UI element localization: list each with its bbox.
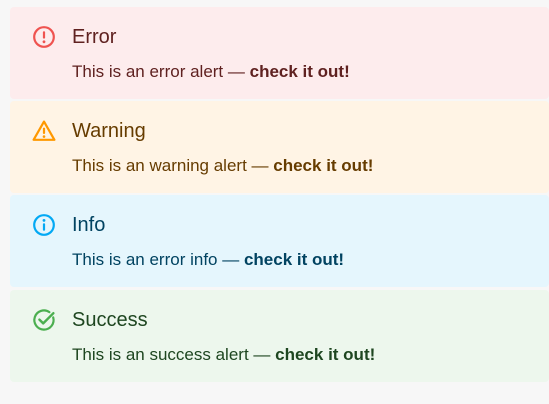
- alert-success: Success This is an success alert — check…: [10, 290, 549, 382]
- alert-message: This is an error info — check it out!: [72, 250, 345, 269]
- error-outline-icon: [32, 25, 56, 49]
- alert-info: Info This is an error info — check it ou…: [10, 195, 549, 287]
- alert-emphasis: check it out!: [275, 345, 376, 364]
- warning-triangle-icon: [32, 119, 56, 143]
- check-circle-outline-icon: [32, 308, 56, 332]
- alert-title: Success: [72, 309, 148, 331]
- alert-message: This is an warning alert — check it out!: [72, 156, 374, 175]
- alert-warning: Warning This is an warning alert — check…: [10, 101, 549, 193]
- alert-message: This is an error alert — check it out!: [72, 62, 350, 81]
- alert-error: Error This is an error alert — check it …: [10, 7, 549, 99]
- alert-emphasis: check it out!: [273, 156, 374, 175]
- alert-emphasis: check it out!: [243, 250, 345, 269]
- alert-message: This is an success alert — check it out!: [72, 345, 376, 364]
- alert-title: Warning: [72, 120, 146, 142]
- alert-stack: Error This is an error alert — check it …: [0, 0, 549, 404]
- alert-title: Error: [72, 26, 117, 48]
- info-outline-icon: [32, 213, 56, 237]
- alert-emphasis: check it out!: [249, 62, 350, 81]
- alert-title: Info: [72, 214, 106, 236]
